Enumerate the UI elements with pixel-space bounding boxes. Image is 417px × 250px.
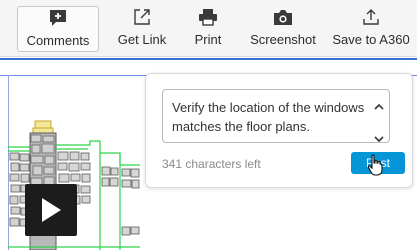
chevron-down-icon[interactable] [374,129,384,148]
characters-left-counter: 341 characters left [162,157,261,171]
get-link-button[interactable]: Get Link [116,6,168,52]
save-to-a360-label: Save to A360 [332,32,410,47]
printer-icon [198,6,218,28]
toolbar: Comments Get Link Print Screenshot Save … [0,0,417,57]
textarea-scrollbar[interactable] [373,96,385,148]
print-button[interactable]: Print [190,6,226,52]
get-link-label: Get Link [117,32,167,47]
play-icon [42,198,61,222]
upload-icon [362,6,380,28]
chevron-up-icon[interactable] [374,96,384,115]
comment-textarea[interactable]: Verify the location of the windows match… [162,89,390,143]
screenshot-button[interactable]: Screenshot [248,6,318,52]
comment-add-icon [49,7,67,29]
video-play-button[interactable] [25,184,77,236]
camera-icon [273,6,293,28]
external-link-icon [133,6,151,28]
comments-label: Comments [26,33,90,48]
comment-panel: Verify the location of the windows match… [145,73,413,188]
hand-cursor-icon [367,154,383,176]
print-label: Print [194,32,222,47]
comment-text: Verify the location of the windows match… [172,100,365,134]
save-to-a360-button[interactable]: Save to A360 [332,6,410,52]
comments-button[interactable]: Comments [17,6,99,52]
screenshot-label: Screenshot [250,32,316,47]
